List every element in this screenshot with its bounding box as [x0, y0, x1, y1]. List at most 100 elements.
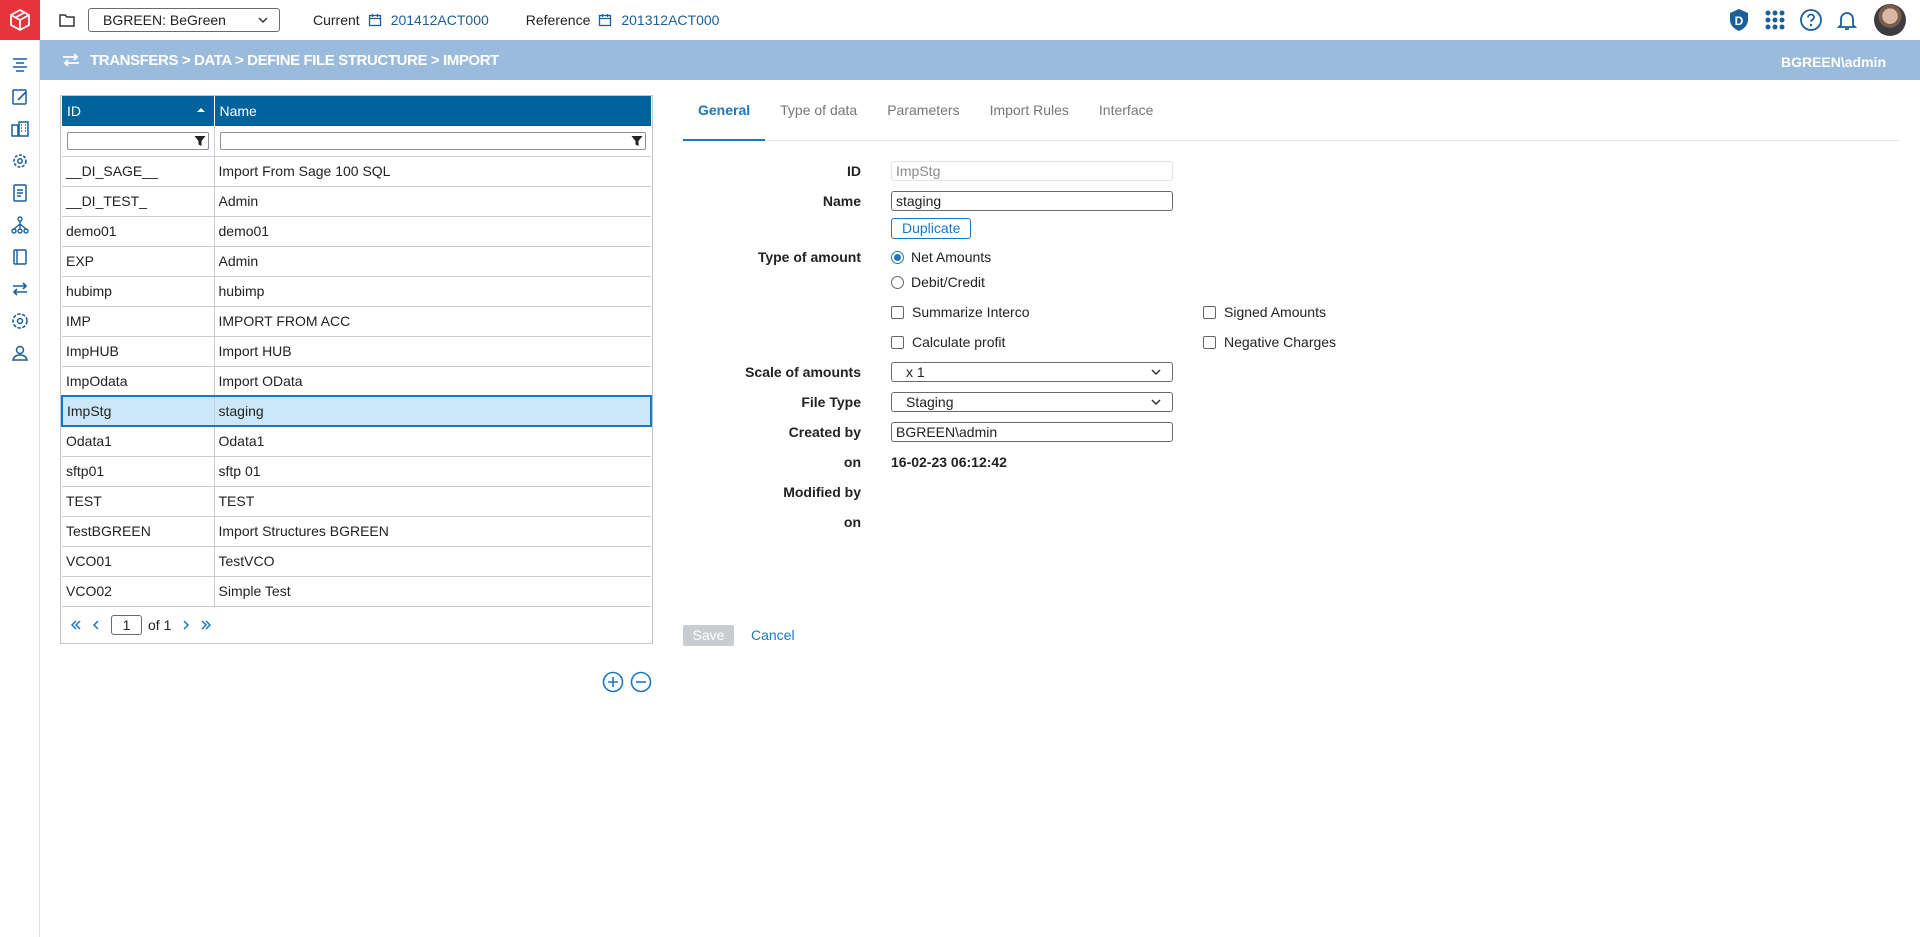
table-row[interactable]: VCO01 TestVCO — [62, 546, 651, 577]
app-logo[interactable] — [0, 0, 40, 40]
calculate-profit-label: Calculate profit — [912, 334, 1006, 350]
file-type-select[interactable]: Staging — [891, 392, 1173, 412]
table-row[interactable]: __DI_SAGE__ Import From Sage 100 SQL — [62, 156, 651, 187]
table-row[interactable]: IMP IMPORT FROM ACC — [62, 306, 651, 337]
tab-import-rules[interactable]: Import Rules — [975, 100, 1084, 141]
scale-of-amounts-select[interactable]: x 1 — [891, 362, 1173, 382]
reference-period-link[interactable]: 201312ACT000 — [621, 12, 719, 28]
modified-by-label: Modified by — [783, 484, 861, 500]
calendar-icon[interactable] — [368, 13, 382, 27]
company-select[interactable]: BGREEN: BeGreen — [88, 8, 280, 32]
last-page-icon[interactable] — [199, 618, 213, 632]
filter-icon[interactable] — [631, 135, 643, 147]
net-amounts-radio[interactable]: Net Amounts — [891, 249, 991, 265]
current-period-link[interactable]: 201412ACT000 — [391, 12, 489, 28]
created-on-value: 16-02-23 06:12:42 — [891, 454, 1007, 470]
cell-id: sftp01 — [62, 456, 215, 487]
summarize-interco-checkbox[interactable]: Summarize Interco — [891, 304, 1029, 320]
cell-name: Import From Sage 100 SQL — [214, 156, 651, 187]
column-header-name-label: Name — [219, 103, 257, 119]
table-row[interactable]: __DI_TEST_ Admin — [62, 186, 651, 217]
cancel-button[interactable]: Cancel — [751, 627, 795, 643]
d-badge[interactable]: D — [1726, 7, 1752, 33]
id-filter-input[interactable] — [67, 131, 209, 150]
current-user: BGREEN\admin — [1780, 54, 1886, 70]
rail-consolidation[interactable] — [0, 49, 40, 81]
top-bar: BGREEN: BeGreen Current 201412ACT000 Ref… — [40, 0, 1920, 40]
tab-general[interactable]: General — [683, 100, 766, 141]
report-icon — [13, 184, 27, 202]
apps-button[interactable] — [1762, 7, 1788, 33]
signed-amounts-label: Signed Amounts — [1224, 304, 1326, 320]
radio-indicator — [891, 275, 904, 289]
rail-structure[interactable] — [0, 209, 40, 241]
rail-books[interactable] — [0, 241, 40, 273]
table-row[interactable]: VCO02 Simple Test — [62, 576, 651, 607]
user-admin-icon — [12, 345, 28, 361]
column-header-name[interactable]: Name — [214, 96, 651, 126]
table-row[interactable]: Odata1 Odata1 — [62, 426, 651, 457]
next-page-icon[interactable] — [179, 618, 193, 632]
previous-page-icon[interactable] — [89, 618, 103, 632]
cell-name: staging — [214, 395, 652, 427]
page-number-input[interactable]: 1 — [111, 614, 142, 635]
user-avatar[interactable] — [1874, 4, 1906, 36]
bell-icon — [1836, 12, 1858, 30]
current-period: Current 201412ACT000 — [313, 12, 489, 28]
table-row[interactable]: demo01 demo01 — [62, 216, 651, 247]
rail-reports[interactable] — [0, 177, 40, 209]
reference-label: Reference — [525, 12, 591, 28]
table-row[interactable]: sftp01 sftp 01 — [62, 456, 651, 487]
rail-processing[interactable] — [0, 145, 40, 177]
help-icon — [1800, 9, 1822, 31]
cell-id: TEST — [62, 486, 215, 517]
company-select-value: BGREEN: BeGreen — [103, 12, 226, 28]
rail-data-entry[interactable] — [0, 81, 40, 113]
add-row-icon[interactable] — [602, 671, 624, 693]
notifications-button[interactable] — [1834, 7, 1860, 33]
cell-name: hubimp — [214, 276, 651, 307]
remove-row-icon[interactable] — [630, 671, 652, 693]
table-row[interactable]: TestBGREEN Import Structures BGREEN — [62, 516, 651, 547]
cell-id: TestBGREEN — [62, 516, 215, 547]
tab-parameters[interactable]: Parameters — [872, 100, 974, 141]
filter-icon[interactable] — [194, 135, 206, 147]
checkbox-box — [891, 335, 904, 349]
rail-settings[interactable] — [0, 305, 40, 337]
detail-tabs: General Type of data Parameters Import R… — [683, 100, 1899, 141]
debit-credit-radio[interactable]: Debit/Credit — [891, 274, 985, 290]
chevron-down-icon — [258, 17, 268, 24]
created-by-field[interactable]: BGREEN\admin — [891, 422, 1173, 442]
table-row[interactable]: TEST TEST — [62, 486, 651, 517]
calculate-profit-checkbox[interactable]: Calculate profit — [891, 334, 1005, 350]
signed-amounts-checkbox[interactable]: Signed Amounts — [1203, 304, 1326, 320]
name-field[interactable]: staging — [891, 191, 1173, 211]
table-row[interactable]: ImpOdata Import OData — [62, 366, 651, 397]
duplicate-button[interactable]: Duplicate — [891, 218, 972, 239]
cell-id: VCO01 — [62, 546, 215, 577]
negative-charges-checkbox[interactable]: Negative Charges — [1203, 334, 1336, 350]
name-filter-input[interactable] — [219, 131, 646, 150]
save-button[interactable]: Save — [683, 625, 734, 646]
table-row[interactable]: hubimp hubimp — [62, 276, 651, 307]
table-row[interactable]: ImpStg staging — [61, 395, 652, 427]
scale-of-amounts-value: x 1 — [906, 364, 925, 380]
rail-users[interactable] — [0, 337, 40, 369]
rail-transfers[interactable] — [0, 273, 40, 305]
negative-charges-label: Negative Charges — [1224, 334, 1337, 350]
first-page-icon[interactable] — [69, 618, 83, 632]
help-button[interactable] — [1798, 7, 1824, 33]
tab-interface[interactable]: Interface — [1084, 100, 1168, 141]
calendar-icon[interactable] — [598, 13, 612, 27]
rail-entities[interactable] — [0, 113, 40, 145]
shield-d-icon: D — [1730, 9, 1748, 31]
table-row[interactable]: EXP Admin — [62, 246, 651, 277]
column-header-id[interactable]: ID — [62, 96, 215, 126]
cell-name: Import OData — [214, 366, 651, 397]
sort-ascending-icon — [196, 108, 205, 112]
tab-type-of-data[interactable]: Type of data — [765, 100, 872, 141]
cell-name: sftp 01 — [214, 456, 651, 487]
table-row[interactable]: ImpHUB Import HUB — [62, 336, 651, 367]
cube-logo-icon — [10, 8, 30, 32]
folder-icon[interactable] — [58, 11, 76, 29]
